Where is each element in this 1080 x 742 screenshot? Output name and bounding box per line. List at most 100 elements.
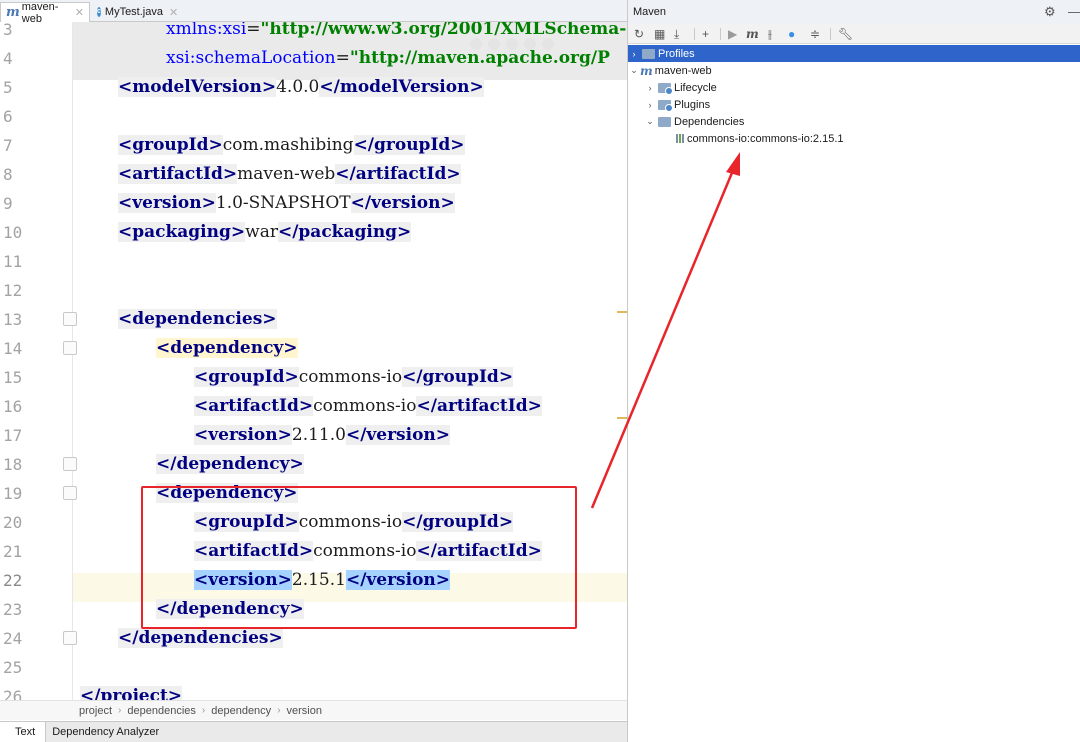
code-line[interactable]: <modelVersion>4.0.0</modelVersion> (118, 73, 484, 102)
xml-tag: <packaging> (118, 222, 246, 242)
code-text: war (245, 222, 278, 242)
chevron-right-icon[interactable]: › (628, 49, 640, 59)
collapse-all-icon[interactable]: ≑ (810, 26, 820, 42)
xml-tag: </artifactId> (335, 164, 461, 184)
close-icon[interactable]: ✕ (75, 6, 84, 19)
breadcrumb-item[interactable]: dependency (211, 705, 271, 717)
maven-header: Maven ⚙ — (628, 0, 1080, 24)
minimize-icon[interactable]: — (1068, 4, 1080, 19)
chevron-right-icon: › (201, 705, 206, 716)
chevron-down-icon[interactable]: ⌄ (628, 65, 640, 76)
tree-item-label: maven-web (654, 64, 712, 77)
code-line[interactable]: <groupId>commons-io</groupId> (194, 363, 514, 392)
fold-end-icon[interactable] (63, 631, 77, 645)
tree-item-maven-web[interactable]: ⌄ m maven-web (628, 62, 712, 79)
tree-item-label: Lifecycle (674, 81, 717, 94)
code-line[interactable]: xsi:schemaLocation="http://maven.apache.… (166, 44, 610, 73)
line-number: 12 (3, 281, 23, 300)
editor-tab-bar: m maven-web ✕ c MyTest.java ✕ (0, 0, 627, 25)
xml-tag: <dependency> (156, 338, 298, 358)
tree-item-dependency[interactable]: commons-io:commons-io:2.15.1 (676, 130, 844, 147)
code-editor[interactable]: 3 xmlns:xsi="http://www.w3.org/2001/XMLSc… (0, 22, 627, 700)
line-number: 4 (3, 49, 13, 68)
line-number: 14 (3, 339, 23, 358)
line-number: 13 (3, 310, 23, 329)
xml-tag: <artifactId> (194, 396, 314, 416)
gear-icon[interactable]: ⚙ (1044, 4, 1056, 20)
breadcrumb-item[interactable]: version (287, 705, 322, 717)
line-number: 7 (3, 136, 13, 155)
fold-toggle-icon[interactable] (63, 486, 77, 500)
code-line[interactable]: <version>2.11.0</version> (194, 421, 451, 450)
toolbar-separator (720, 28, 721, 40)
settings-wrench-icon[interactable]: 🔧︎ (838, 26, 853, 42)
chevron-right-icon[interactable]: › (644, 100, 656, 110)
tab-mytest-java[interactable]: c MyTest.java ✕ (92, 2, 182, 22)
code-line[interactable]: <groupId>com.mashibing</groupId> (118, 131, 465, 160)
code-line[interactable]: <version>1.0-SNAPSHOT</version> (118, 189, 455, 218)
reload-icon[interactable]: ↻ (634, 26, 644, 42)
line-number: 20 (3, 513, 23, 532)
skip-tests-icon[interactable]: ● (788, 26, 795, 42)
code-text: 4.0.0 (276, 77, 320, 97)
line-number: 19 (3, 484, 23, 503)
editor-bottom-tabs: Text Dependency Analyzer (0, 721, 627, 742)
fold-toggle-icon[interactable] (63, 341, 77, 355)
line-number: 25 (3, 658, 23, 677)
code-text: commons-io (298, 367, 403, 387)
chevron-down-icon[interactable]: ⌄ (644, 116, 656, 127)
code-line[interactable]: <packaging>war</packaging> (118, 218, 412, 247)
code-line[interactable]: </project> (80, 682, 183, 700)
toolbar-separator (694, 28, 695, 40)
close-icon[interactable]: ✕ (169, 6, 178, 19)
xml-attribute-value: "http://www.w3.org/2001/XMLSchema- (260, 22, 627, 39)
breadcrumb-item[interactable]: dependencies (127, 705, 196, 717)
add-icon[interactable]: + (702, 26, 709, 42)
xml-tag: </version> (350, 193, 455, 213)
maven-m-icon: m (6, 5, 20, 20)
scrollbar-marker (617, 417, 627, 419)
code-text: maven-web (237, 164, 336, 184)
code-line[interactable]: <dependency> (156, 334, 298, 363)
folder-icon (642, 48, 655, 59)
fold-end-icon[interactable] (63, 457, 77, 471)
code-line[interactable]: xmlns:xsi="http://www.w3.org/2001/XMLSch… (166, 22, 626, 44)
toggle-offline-icon[interactable]: ⫲ (768, 26, 772, 42)
code-line[interactable]: </dependency> (156, 450, 304, 479)
xml-tag: <groupId> (118, 135, 223, 155)
tree-item-dependencies[interactable]: ⌄ Dependencies (644, 113, 744, 130)
tab-text[interactable]: Text (0, 722, 47, 742)
xml-attribute: xmlns:xsi (166, 22, 247, 39)
java-class-icon: c (97, 7, 101, 17)
execute-goal-icon[interactable]: m (746, 26, 759, 42)
tab-dependency-analyzer[interactable]: Dependency Analyzer (46, 722, 165, 742)
line-number: 24 (3, 629, 23, 648)
maven-toolbar: ↻ ▦ ⤓ + ▶ m ⫲ ● ≑ 🔧︎ (628, 24, 1080, 44)
run-icon[interactable]: ▶ (728, 26, 737, 42)
tree-item-profiles[interactable]: › Profiles (628, 45, 1080, 62)
fold-toggle-icon[interactable] (63, 312, 77, 326)
tree-item-label: Dependencies (674, 115, 745, 128)
line-number: 10 (3, 223, 23, 242)
folder-icon (658, 116, 671, 127)
xml-tag: </groupId> (353, 135, 465, 155)
tree-item-lifecycle[interactable]: › Lifecycle (644, 79, 717, 96)
breadcrumb-item[interactable]: project (79, 705, 112, 717)
tab-maven-web[interactable]: m maven-web ✕ (0, 1, 90, 25)
folder-icon (658, 99, 673, 112)
breadcrumb: project › dependencies › dependency › ve… (0, 700, 627, 720)
xml-tag: </groupId> (402, 367, 514, 387)
code-text: = (246, 22, 261, 39)
tree-item-plugins[interactable]: › Plugins (644, 96, 710, 113)
code-line[interactable]: <artifactId>maven-web</artifactId> (118, 160, 461, 189)
xml-tag: </project> (80, 686, 183, 700)
code-line[interactable]: <artifactId>commons-io</artifactId> (194, 392, 542, 421)
tree-item-label: commons-io:commons-io:2.15.1 (687, 132, 844, 145)
xml-tag: </dependencies> (118, 628, 283, 648)
line-number: 11 (3, 252, 23, 271)
chevron-right-icon[interactable]: › (644, 83, 656, 93)
generate-sources-icon[interactable]: ▦ (654, 26, 665, 42)
code-text: = (335, 48, 350, 68)
code-line[interactable]: <dependencies> (118, 305, 277, 334)
download-icon[interactable]: ⤓ (674, 26, 679, 42)
